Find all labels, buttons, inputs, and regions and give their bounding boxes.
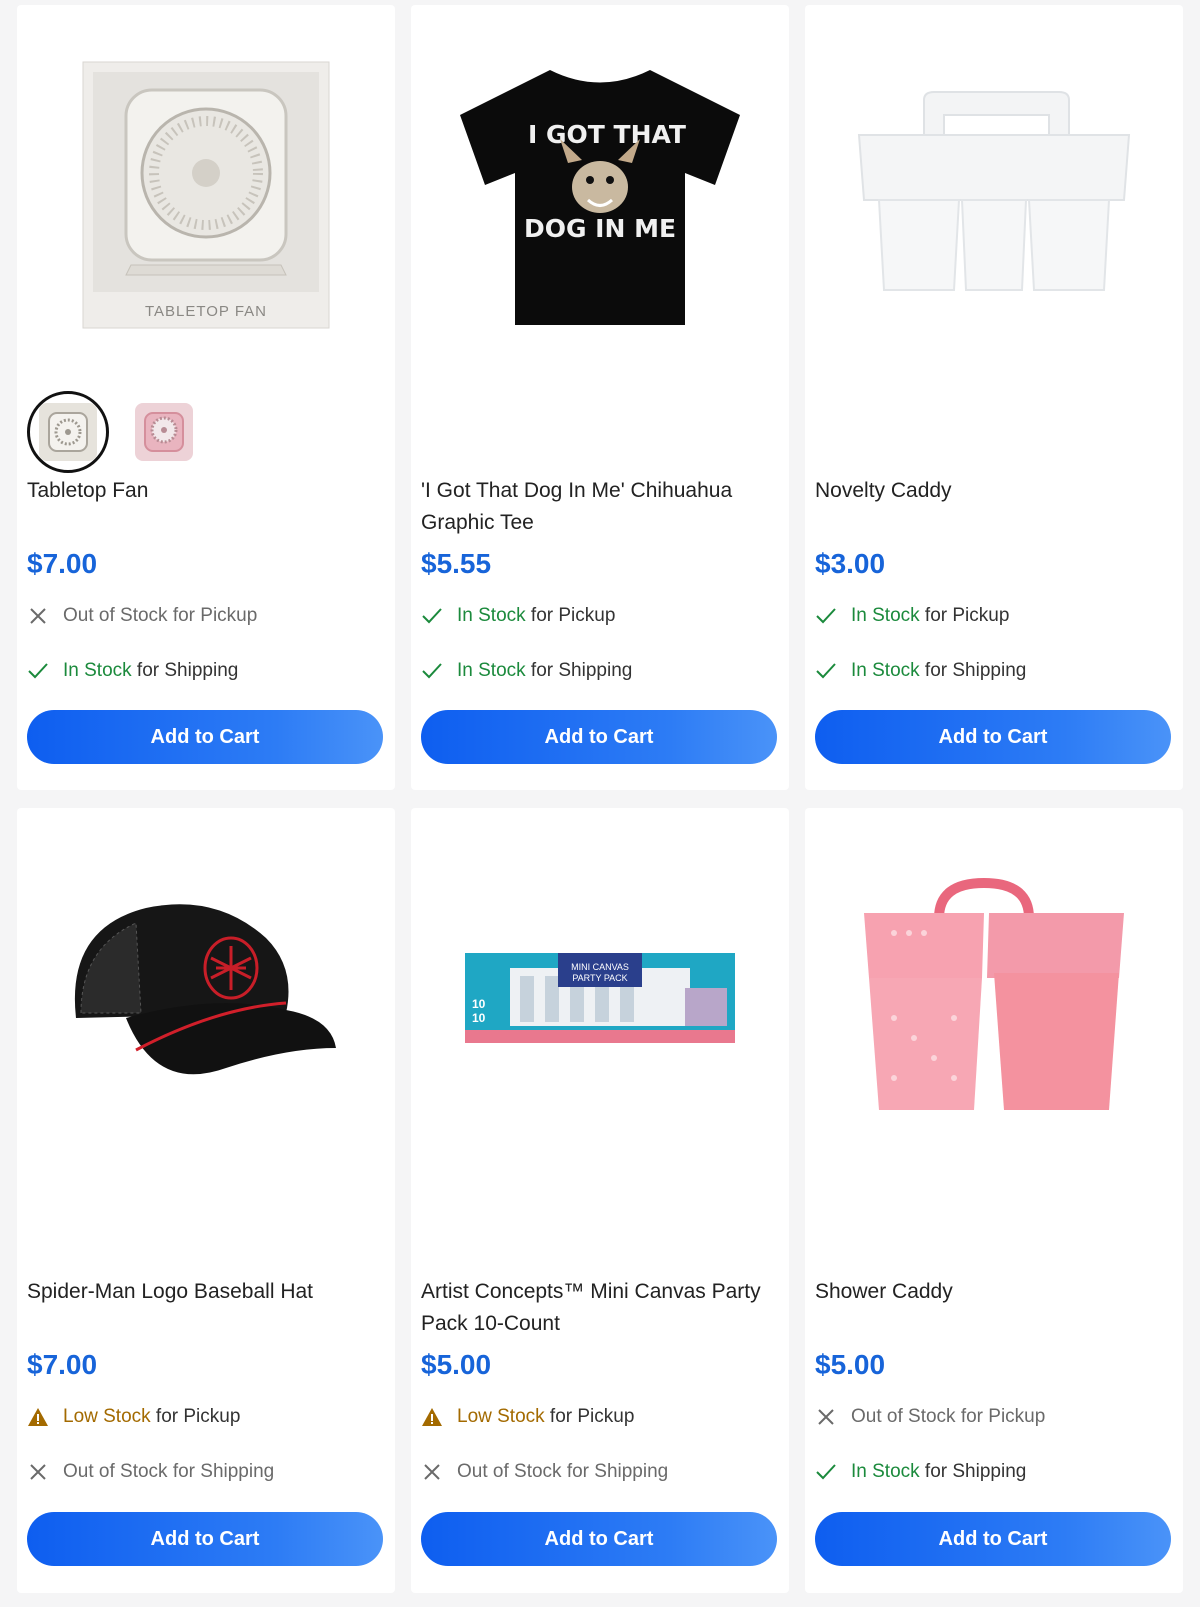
product-price: $7.00 (27, 1349, 98, 1380)
shirt-text-bottom: DOG IN ME (524, 214, 676, 243)
shipping-status-label: In Stock (851, 1461, 920, 1482)
x-icon (815, 1406, 837, 1428)
add-to-cart-button[interactable]: Add to Cart (27, 710, 383, 764)
pickup-status: In Stock for Pickup (421, 605, 615, 627)
product-image[interactable]: I GOT THAT DOG IN ME (411, 5, 789, 385)
shipping-status: In Stock for Shipping (27, 660, 238, 682)
product-price: $3.00 (815, 548, 886, 579)
product-price: $5.00 (815, 1349, 886, 1380)
swatch-pink[interactable] (123, 391, 205, 473)
shirt-text-top: I GOT THAT (528, 120, 686, 149)
shipping-status-label: Out of Stock (63, 1461, 168, 1482)
check-icon (815, 1461, 837, 1483)
add-to-cart-button[interactable]: Add to Cart (815, 1512, 1171, 1566)
product-image[interactable] (805, 5, 1183, 385)
product-image[interactable] (17, 808, 395, 1188)
shipping-status: Out of Stock for Shipping (27, 1461, 274, 1483)
product-grid: TABLETOP FAN Tabletop Fan $7.00 Out of S… (17, 5, 1183, 1593)
check-icon (815, 660, 837, 682)
fan-box-image: TABLETOP FAN (82, 61, 330, 329)
pickup-status-label: In Stock (851, 605, 920, 626)
pack-count-2: 10 (472, 1011, 486, 1025)
pickup-status: Out of Stock for Pickup (815, 1406, 1045, 1428)
product-price: $5.55 (421, 548, 492, 579)
add-to-cart-button[interactable]: Add to Cart (421, 710, 777, 764)
check-icon (421, 660, 443, 682)
color-swatches (27, 391, 205, 473)
product-card[interactable]: TABLETOP FAN Tabletop Fan $7.00 Out of S… (17, 5, 395, 790)
fan-thumbnail-icon (39, 403, 97, 461)
shipping-status: Out of Stock for Shipping (421, 1461, 668, 1483)
swatch-white[interactable] (27, 391, 109, 473)
product-title[interactable]: Tabletop Fan (27, 475, 377, 507)
pack-label-2: PARTY PACK (572, 973, 627, 983)
product-title[interactable]: Shower Caddy (815, 1276, 1165, 1308)
pickup-status-label: Out of Stock (63, 605, 168, 626)
warning-icon (27, 1406, 49, 1428)
shipping-status: In Stock for Shipping (421, 660, 632, 682)
pack-count-1: 10 (472, 997, 486, 1011)
check-icon (421, 605, 443, 627)
product-price: $7.00 (27, 548, 98, 579)
product-title[interactable]: 'I Got That Dog In Me' Chihuahua Graphic… (421, 475, 771, 539)
box-label: TABLETOP FAN (145, 303, 267, 320)
pickup-status: Out of Stock for Pickup (27, 605, 257, 627)
canvas-pack-image: MINI CANVAS PARTY PACK 10 10 (465, 953, 735, 1043)
shipping-status-label: In Stock (851, 660, 920, 681)
pickup-status: Low Stock for Pickup (27, 1406, 240, 1428)
x-icon (421, 1461, 443, 1483)
product-card[interactable]: Novelty Caddy $3.00 In Stock for Pickup … (805, 5, 1183, 790)
product-image[interactable]: TABLETOP FAN (17, 5, 395, 385)
warning-icon (421, 1406, 443, 1428)
product-price: $5.00 (421, 1349, 492, 1380)
product-card[interactable]: MINI CANVAS PARTY PACK 10 10 Artist Conc… (411, 808, 789, 1593)
shipping-status-label: Out of Stock (457, 1461, 562, 1482)
shipping-status-label: In Stock (457, 660, 526, 681)
product-title[interactable]: Novelty Caddy (815, 475, 1165, 507)
shipping-status-label: In Stock (63, 660, 132, 681)
shipping-status: In Stock for Shipping (815, 1461, 1026, 1483)
add-to-cart-button[interactable]: Add to Cart (421, 1512, 777, 1566)
check-icon (27, 660, 49, 682)
pack-label-1: MINI CANVAS (571, 962, 629, 972)
add-to-cart-button[interactable]: Add to Cart (815, 710, 1171, 764)
fan-thumbnail-icon (135, 403, 193, 461)
check-icon (815, 605, 837, 627)
pickup-status-label: Out of Stock (851, 1406, 956, 1427)
product-card[interactable]: Shower Caddy $5.00 Out of Stock for Pick… (805, 808, 1183, 1593)
pickup-status-label: In Stock (457, 605, 526, 626)
pickup-status-label: Low Stock (457, 1406, 545, 1427)
product-image[interactable]: MINI CANVAS PARTY PACK 10 10 (411, 808, 789, 1188)
pickup-status-label: Low Stock (63, 1406, 151, 1427)
pickup-status: In Stock for Pickup (815, 605, 1009, 627)
shower-caddy-image (864, 878, 1124, 1110)
shipping-status: In Stock for Shipping (815, 660, 1026, 682)
x-icon (27, 1461, 49, 1483)
tshirt-image: I GOT THAT DOG IN ME (460, 70, 740, 325)
x-icon (27, 605, 49, 627)
product-card[interactable]: Spider-Man Logo Baseball Hat $7.00 Low S… (17, 808, 395, 1593)
product-title[interactable]: Spider-Man Logo Baseball Hat (27, 1276, 377, 1308)
product-card[interactable]: I GOT THAT DOG IN ME 'I Got That Dog In … (411, 5, 789, 790)
add-to-cart-button[interactable]: Add to Cart (27, 1512, 383, 1566)
caddy-image (857, 91, 1131, 291)
pickup-status: Low Stock for Pickup (421, 1406, 634, 1428)
product-title[interactable]: Artist Concepts™ Mini Canvas Party Pack … (421, 1276, 771, 1340)
product-image[interactable] (805, 808, 1183, 1188)
hat-image (74, 904, 336, 1075)
